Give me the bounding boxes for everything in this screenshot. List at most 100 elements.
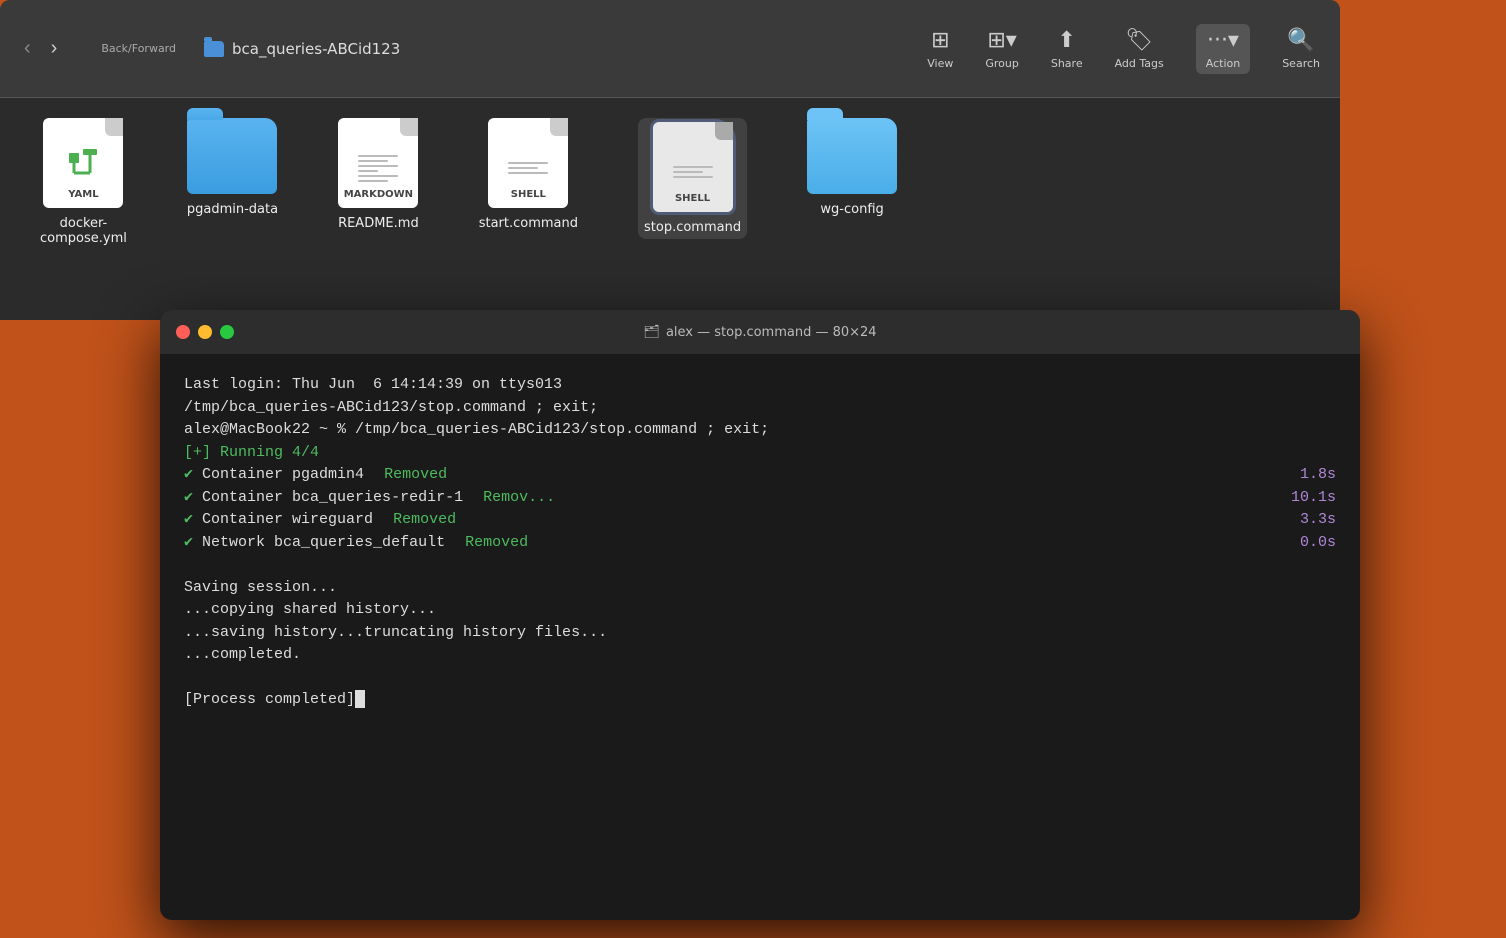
term-process-completed: [Process completed] [184, 689, 1336, 712]
group-icon: ⊞▾ [987, 28, 1016, 53]
file-start-command[interactable]: SHELL start.command [479, 118, 578, 231]
container-1-label: ✔ Container pgadmin4 [184, 464, 364, 487]
container-3-time: 3.3s [1300, 509, 1336, 532]
traffic-lights [176, 325, 234, 339]
share-icon: ⬆ [1058, 28, 1076, 53]
container-row-2: ✔ Container bca_queries-redir-1 Remov...… [184, 487, 1336, 510]
term-line-1: Last login: Thu Jun 6 14:14:39 on ttys01… [184, 374, 1336, 397]
view-label: View [927, 57, 953, 70]
finder-toolbar: ‹ › Back/Forward bca_queries-ABCid123 ⊞ … [0, 0, 1340, 98]
terminal-body[interactable]: Last login: Thu Jun 6 14:14:39 on ttys01… [160, 354, 1360, 920]
start-command-label: start.command [479, 216, 578, 231]
terminal-title: 🗂 alex — stop.command — 80×24 [643, 325, 876, 340]
line2 [358, 160, 388, 162]
action-button[interactable]: ···▾ Action [1196, 24, 1250, 74]
shell-icon-start: SHELL [488, 118, 568, 208]
tag-icon: 🏷 [1125, 28, 1153, 53]
minimize-button[interactable] [198, 325, 212, 339]
back-button[interactable]: ‹ [20, 33, 35, 64]
search-label: Search [1282, 57, 1320, 70]
readme-label: README.md [338, 216, 419, 231]
add-tags-button[interactable]: 🏷 Add Tags [1115, 28, 1164, 70]
markdown-lines [358, 155, 398, 182]
container-row-4: ✔ Network bca_queries_default Removed 0.… [184, 532, 1336, 555]
terminal-folder-icon: 🗂 [643, 325, 660, 340]
add-tags-label: Add Tags [1115, 57, 1164, 70]
group-button[interactable]: ⊞▾ Group [985, 28, 1019, 70]
file-readme[interactable]: MARKDOWN README.md [338, 118, 419, 231]
yaml-icon: YAML [43, 118, 123, 208]
stop-command-label: stop.command [644, 220, 741, 235]
markdown-icon: MARKDOWN [338, 118, 418, 208]
finder-window: ‹ › Back/Forward bca_queries-ABCid123 ⊞ … [0, 0, 1340, 320]
view-icon: ⊞ [931, 28, 949, 53]
file-pgadmin-data[interactable]: pgadmin-data [187, 118, 278, 217]
term-copying: ...copying shared history... [184, 599, 1336, 622]
line6 [358, 180, 388, 182]
search-icon: 🔍 [1287, 28, 1314, 53]
stline3 [673, 176, 713, 178]
file-wg-config[interactable]: wg-config [807, 118, 897, 217]
action-icon: ···▾ [1207, 28, 1239, 53]
container-1-status: Removed [384, 466, 447, 483]
container-4-time: 0.0s [1300, 532, 1336, 555]
pgadmin-data-label: pgadmin-data [187, 202, 278, 217]
container-3-label: ✔ Container wireguard [184, 509, 373, 532]
yaml-ext: YAML [68, 189, 98, 200]
container-row-3: ✔ Container wireguard Removed 3.3s [184, 509, 1336, 532]
stop-shell-lines [673, 166, 713, 178]
shell-icon-stop: SHELL [653, 122, 733, 212]
share-button[interactable]: ⬆ Share [1051, 28, 1083, 70]
shell-ext-start: SHELL [511, 189, 546, 200]
container-2-label: ✔ Container bca_queries-redir-1 [184, 487, 463, 510]
group-label: Group [985, 57, 1019, 70]
sline3 [508, 172, 548, 174]
container-2-time: 10.1s [1291, 487, 1336, 510]
forward-button[interactable]: › [47, 33, 62, 64]
stline1 [673, 166, 713, 168]
line5 [358, 175, 398, 177]
toolbar-actions: ⊞ View ⊞▾ Group ⬆ Share 🏷 Add Tags ···▾ … [927, 24, 1320, 74]
container-3-status: Removed [393, 511, 456, 528]
term-blank-1 [184, 554, 1336, 577]
sline2 [508, 167, 538, 169]
maximize-button[interactable] [220, 325, 234, 339]
term-line-2: /tmp/bca_queries-ABCid123/stop.command ;… [184, 397, 1336, 420]
view-button[interactable]: ⊞ View [927, 28, 953, 70]
term-blank-2 [184, 667, 1336, 690]
term-completed-msg: ...completed. [184, 644, 1336, 667]
stline2 [673, 171, 703, 173]
search-button[interactable]: 🔍 Search [1282, 28, 1320, 70]
terminal-window: 🗂 alex — stop.command — 80×24 Last login… [160, 310, 1360, 920]
file-stop-command[interactable]: SHELL stop.command [638, 118, 747, 239]
docker-compose-label: docker-compose.yml [40, 216, 127, 246]
term-line-3: alex@MacBook22 ~ % /tmp/bca_queries-ABCi… [184, 419, 1336, 442]
markdown-ext: MARKDOWN [344, 189, 413, 200]
folder-icon [187, 118, 277, 194]
action-label: Action [1206, 57, 1240, 70]
terminal-title-text: alex — stop.command — 80×24 [666, 325, 877, 340]
line4 [358, 170, 378, 172]
close-button[interactable] [176, 325, 190, 339]
folder-icon-light [807, 118, 897, 194]
term-saving: Saving session... [184, 577, 1336, 600]
container-4-status: Removed [465, 534, 528, 551]
line1 [358, 155, 398, 157]
wg-config-label: wg-config [820, 202, 883, 217]
start-shell-lines [508, 162, 548, 174]
back-forward-label: Back/Forward [101, 42, 176, 55]
folder-icon-small [204, 41, 224, 57]
container-4-label: ✔ Network bca_queries_default [184, 532, 445, 555]
files-area: YAML docker-compose.yml pgadmin-data MAR… [0, 98, 1340, 320]
shell-ext-stop: SHELL [675, 193, 710, 204]
term-saving-history: ...saving history...truncating history f… [184, 622, 1336, 645]
terminal-cursor [355, 690, 365, 708]
nav-buttons: ‹ › [20, 33, 61, 64]
share-label: Share [1051, 57, 1083, 70]
container-1-time: 1.8s [1300, 464, 1336, 487]
terminal-titlebar: 🗂 alex — stop.command — 80×24 [160, 310, 1360, 354]
finder-title-area: bca_queries-ABCid123 [204, 40, 903, 58]
yaml-logo [61, 141, 105, 185]
container-row-1: ✔ Container pgadmin4 Removed 1.8s [184, 464, 1336, 487]
file-docker-compose[interactable]: YAML docker-compose.yml [40, 118, 127, 246]
